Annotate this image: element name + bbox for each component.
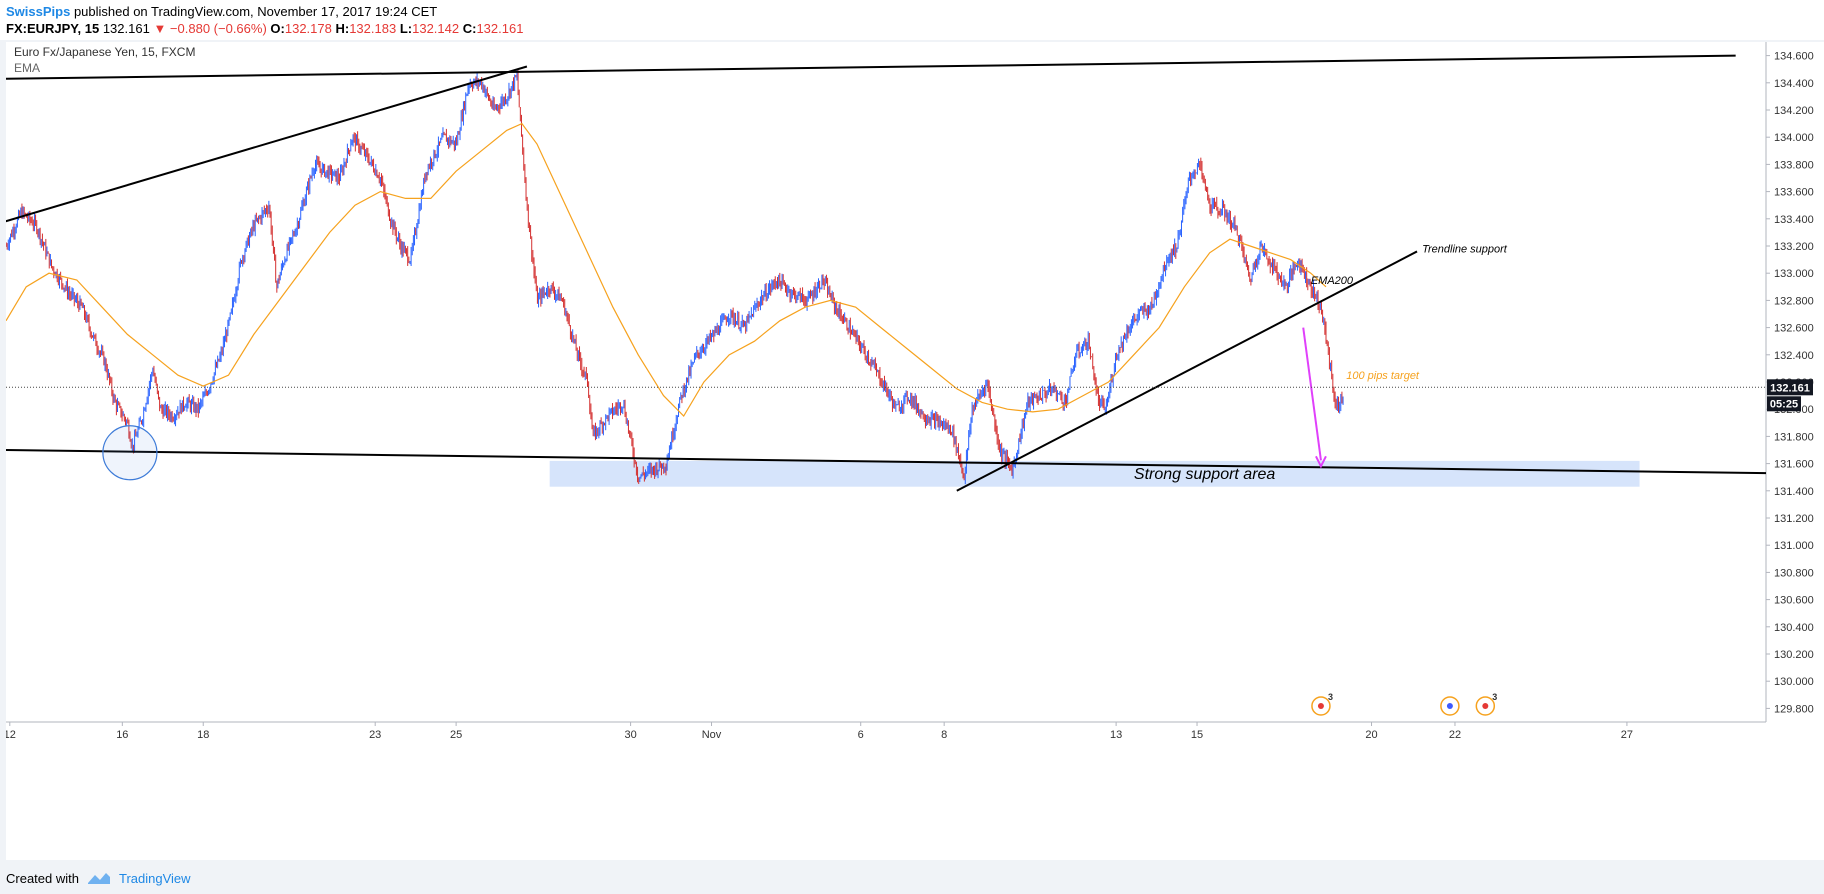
tradingview-logo-icon bbox=[87, 873, 110, 884]
time-axis-label: 30 bbox=[624, 729, 636, 741]
last-price: 132.161 bbox=[102, 21, 150, 36]
symbol-info: FX:EURJPY, 15 132.161 ▼ −0.880 (−0.66%) … bbox=[6, 21, 523, 36]
time-axis-label: 12 bbox=[6, 729, 16, 741]
price-axis-label: 130.400 bbox=[1774, 622, 1814, 634]
time-axis-label: 15 bbox=[1191, 729, 1203, 741]
price-axis-label: 131.800 bbox=[1774, 431, 1814, 443]
high-value: 132.183 bbox=[349, 21, 397, 36]
open-label: O: bbox=[270, 21, 285, 36]
time-axis-label: 20 bbox=[1365, 729, 1377, 741]
price-axis-label: 134.000 bbox=[1774, 132, 1814, 144]
annotation-label: EMA200 bbox=[1311, 275, 1354, 287]
symbol-name: FX:EURJPY, 15 bbox=[6, 21, 100, 36]
low-value: 132.142 bbox=[412, 21, 460, 36]
annotation-label: 100 pips target bbox=[1346, 370, 1420, 382]
time-axis-label: 18 bbox=[197, 729, 209, 741]
created-with-label: Created with bbox=[6, 870, 79, 886]
time-axis-label: 6 bbox=[858, 729, 864, 741]
event-icon-dot bbox=[1446, 703, 1453, 709]
price-change: ▼ −0.880 (−0.66%) bbox=[153, 21, 267, 36]
tradingview-link[interactable]: TradingView bbox=[119, 871, 191, 886]
support-zone-label: Strong support area bbox=[1134, 466, 1276, 483]
price-axis-label: 132.600 bbox=[1774, 323, 1814, 335]
time-axis-label: 23 bbox=[369, 729, 381, 741]
price-axis-label: 134.400 bbox=[1774, 78, 1814, 90]
time-axis-label: 25 bbox=[450, 729, 462, 741]
high-label: H: bbox=[335, 21, 350, 36]
price-axis-label: 131.400 bbox=[1774, 486, 1814, 498]
price-chart[interactable]: 129.800 130.000 130.200 130.400 130.600 130.8… bbox=[4, 42, 1824, 860]
time-axis-label: 8 bbox=[941, 729, 947, 741]
price-axis-label: 130.000 bbox=[1774, 676, 1814, 688]
publisher-name[interactable]: SwissPips bbox=[6, 4, 70, 19]
trendline[interactable] bbox=[4, 54, 1736, 80]
price-axis-label: 130.600 bbox=[1774, 595, 1814, 607]
annotation-label: Trendline support bbox=[1422, 244, 1508, 256]
price-axis-label: 132.400 bbox=[1774, 350, 1814, 362]
chart-header: SwissPips published on TradingView.com, … bbox=[0, 0, 1824, 40]
price-axis-label: 134.200 bbox=[1774, 105, 1814, 117]
price-axis-label: 129.800 bbox=[1774, 703, 1814, 715]
price-axis-label: 133.800 bbox=[1774, 159, 1814, 171]
price-axis-label: 133.200 bbox=[1774, 241, 1814, 253]
low-label: L: bbox=[399, 21, 413, 36]
price-axis-label: 131.200 bbox=[1774, 513, 1814, 525]
ema-line bbox=[5, 122, 1327, 417]
event-badge: 3 bbox=[1328, 692, 1333, 702]
price-axis-label: 130.800 bbox=[1774, 567, 1814, 579]
price-axis-label: 132.800 bbox=[1774, 295, 1814, 307]
published-text: published on TradingView.com, November 1… bbox=[73, 4, 438, 19]
target-arrow[interactable] bbox=[1302, 327, 1322, 461]
price-axis-label: 133.600 bbox=[1774, 187, 1814, 199]
price-axis-label: 131.600 bbox=[1774, 459, 1814, 471]
publish-info: SwissPips published on TradingView.com, … bbox=[6, 4, 437, 19]
time-axis-label: Nov bbox=[702, 729, 722, 741]
event-icon-dot bbox=[1317, 703, 1324, 709]
time-axis-label: 16 bbox=[116, 729, 128, 741]
event-icon-dot bbox=[1482, 703, 1489, 709]
price-axis-label: 134.600 bbox=[1774, 51, 1814, 63]
time-axis-label: 22 bbox=[1449, 729, 1461, 741]
price-axis-label: 130.200 bbox=[1774, 649, 1814, 661]
indicator-label: EMA bbox=[14, 61, 40, 75]
open-value: 132.178 bbox=[284, 21, 332, 36]
time-axis-label: 27 bbox=[1621, 729, 1633, 741]
footer: Created with TradingView bbox=[6, 866, 191, 890]
highlight-circle[interactable] bbox=[102, 425, 158, 481]
legend-title: Euro Fx/Japanese Yen, 15, FXCM bbox=[14, 45, 195, 59]
last-price-label: 132.161 bbox=[1770, 382, 1810, 394]
price-axis-label: 133.400 bbox=[1774, 214, 1814, 226]
event-badge: 3 bbox=[1492, 692, 1497, 702]
close-label: C: bbox=[462, 21, 477, 36]
price-axis-label: 131.000 bbox=[1774, 540, 1814, 552]
chart-area[interactable]: 129.800 130.000 130.200 130.400 130.600 130.8… bbox=[4, 42, 1824, 860]
close-value: 132.161 bbox=[476, 21, 524, 36]
time-axis-label: 13 bbox=[1110, 729, 1122, 741]
price-axis-label: 133.000 bbox=[1774, 268, 1814, 280]
countdown-label: 05:25 bbox=[1770, 398, 1798, 410]
